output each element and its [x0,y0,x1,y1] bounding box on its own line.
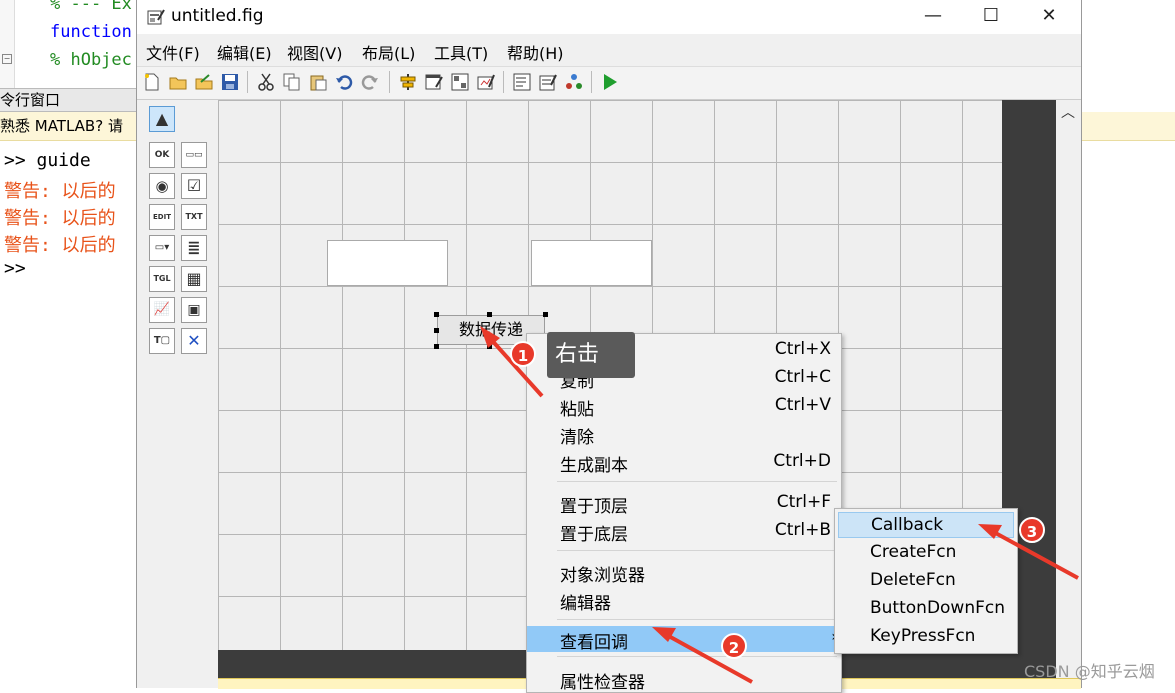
step-badge-3: 3 [1019,517,1045,543]
step-badge-2: 2 [721,633,747,659]
step-badge-1: 1 [510,341,536,367]
annotation-arrows [480,326,1079,684]
watermark: CSDN @知乎云烟 [1024,662,1155,681]
